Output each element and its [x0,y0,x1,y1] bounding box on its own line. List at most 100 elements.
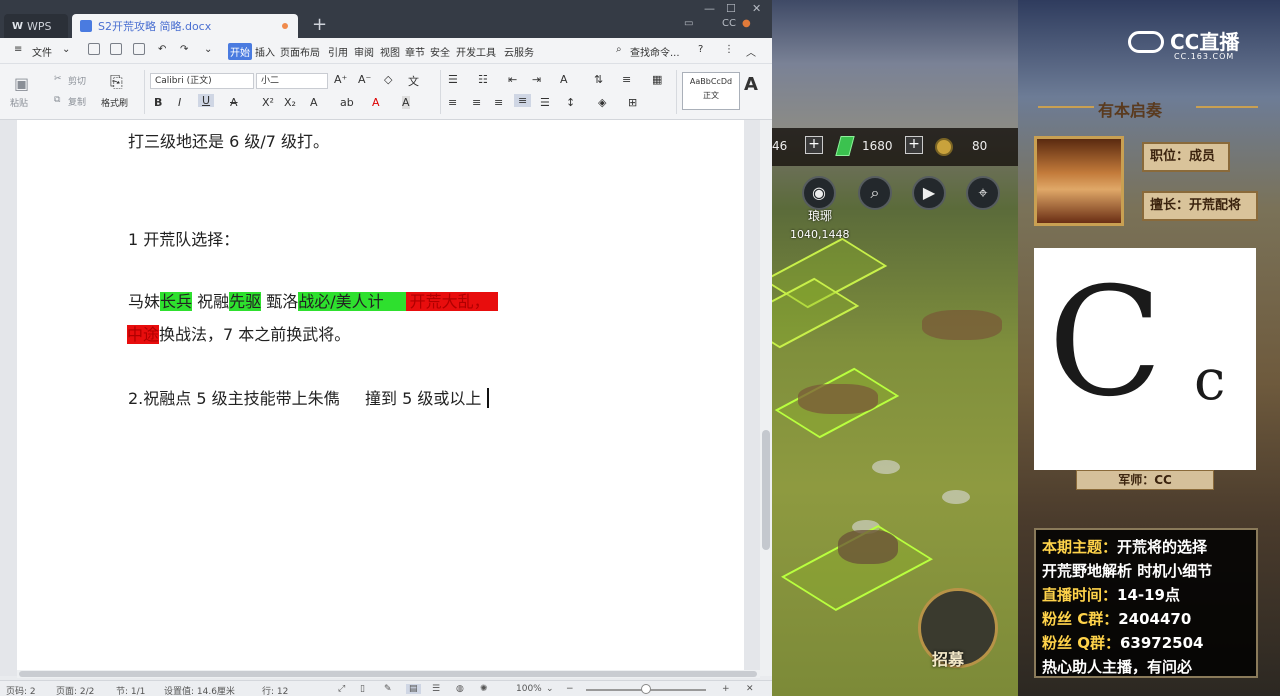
font-color-icon[interactable]: A [372,96,380,109]
zoom-out-icon[interactable]: − [566,684,574,694]
scroll-thumb[interactable] [762,430,770,550]
copy-button[interactable]: 复制 [68,95,86,108]
tab-start[interactable]: 开始 [228,43,252,60]
tab-review[interactable]: 审阅 [354,44,374,59]
show-marks-icon[interactable]: ≡ [622,73,631,86]
save-icon[interactable] [88,43,100,55]
format-painter-button[interactable]: 格式刷 [101,96,128,109]
eye-icon[interactable]: ◉ [802,176,836,210]
copy-icon[interactable]: ⧉ [54,95,60,105]
undo-icon[interactable]: ↶ [158,44,166,55]
print-preview-icon[interactable] [133,43,145,55]
recruit-label[interactable]: 招募 [932,646,964,670]
close-icon[interactable]: ✕ [752,2,761,15]
web-view-icon[interactable]: ◍ [456,684,464,694]
align-right-icon[interactable]: ≡ [494,96,503,109]
table-icon[interactable]: ▦ [652,73,662,86]
style-normal[interactable]: AaBbCcDd 正文 [682,72,740,110]
fit-page-icon[interactable]: ✕ [746,684,754,694]
tab-cloud[interactable]: 云服务 [504,44,534,59]
cut-icon[interactable]: ✂ [54,74,62,84]
collapse-ribbon-icon[interactable]: ︿ [746,44,756,59]
read-mode-icon[interactable]: ▯ [360,684,365,694]
distribute-icon[interactable]: ☰ [540,96,550,109]
outdent-icon[interactable]: ⇤ [508,73,517,86]
zoom-level[interactable]: 100% [516,684,542,694]
align-center-icon[interactable]: ≡ [472,96,481,109]
justify-icon[interactable]: ≡ [514,94,532,107]
shrink-font-icon[interactable]: A⁻ [358,73,371,86]
fullscreen-icon[interactable]: ⤢ [338,684,345,694]
add-jade-button[interactable]: + [905,136,923,154]
tab-developer[interactable]: 开发工具 [456,44,496,59]
strikethrough-icon[interactable]: A [230,96,238,109]
zoom-dropdown-icon[interactable]: ⌄ [546,684,554,694]
char-shading-icon[interactable]: A [402,96,410,109]
tab-security[interactable]: 安全 [430,44,450,59]
search-icon[interactable]: ⌕ [616,44,622,55]
location-pin-icon[interactable]: ⌖ [966,176,1000,210]
map-settlement[interactable] [798,384,878,414]
grow-font-icon[interactable]: A⁺ [334,73,347,86]
print-icon[interactable] [110,43,122,55]
cut-button[interactable]: 剪切 [68,74,86,87]
chevron-down-icon[interactable]: ⌄ [62,44,70,55]
text-effect-icon[interactable]: A [310,96,318,109]
superscript-icon[interactable]: X² [262,96,274,109]
highlight-icon[interactable]: ab [340,96,354,109]
command-search[interactable]: 查找命令... [630,44,680,59]
bold-button[interactable]: B [154,96,162,109]
scroll-thumb[interactable] [19,671,757,677]
chinese-layout-icon[interactable]: A [560,73,568,86]
horizontal-scrollbar[interactable] [17,670,760,678]
document-tab[interactable]: S2开荒攻略 简略.docx [72,14,298,38]
hamburger-icon[interactable]: ≡ [14,44,22,55]
tab-insert[interactable]: 插入 [255,44,275,59]
subscript-icon[interactable]: X₂ [284,96,296,109]
new-tab-button[interactable]: + [312,14,327,36]
font-name-select[interactable]: Calibri (正文) [150,73,254,89]
more-options-icon[interactable]: ⋮ [724,44,734,55]
game-view[interactable]: 46 + 1680 + 80 ◉ ⌕ ▶ ⌖ 琅琊 1040,1448 招募 [772,0,1018,696]
more-icon[interactable]: ⌄ [204,44,212,55]
outline-view-icon[interactable]: ☰ [432,684,440,694]
line-spacing-icon[interactable]: ↕ [566,96,575,109]
clear-format-icon[interactable]: ◇ [384,73,392,86]
redo-icon[interactable]: ↷ [180,44,188,55]
help-icon[interactable]: ? [698,44,703,55]
sort-icon[interactable]: ⇅ [594,73,603,86]
minimize-icon[interactable]: — [704,2,715,15]
menu-file[interactable]: 文件 [32,44,52,59]
underline-button[interactable]: U [198,94,215,107]
border-icon[interactable]: ⊞ [628,96,637,109]
tab-chapter[interactable]: 章节 [405,44,425,59]
eye-protect-icon[interactable]: ✺ [480,684,488,694]
phonetic-icon[interactable]: 文 [408,73,419,89]
zoom-slider-knob[interactable] [641,684,651,694]
avatar-icon[interactable]: ● [742,18,751,29]
search-icon[interactable]: ⌕ [858,176,892,210]
tab-references[interactable]: 引用 [328,44,348,59]
window-mode-icon[interactable]: ▭ [684,18,693,29]
align-left-icon[interactable]: ≡ [448,96,457,109]
tab-view[interactable]: 视图 [380,44,400,59]
vertical-scrollbar[interactable] [760,120,772,676]
tab-page-layout[interactable]: 页面布局 [280,44,320,59]
page-view-icon[interactable]: ▤ [406,684,421,694]
edit-icon[interactable]: ✎ [384,684,392,694]
font-size-select[interactable]: 小二 [256,73,328,89]
format-painter-icon[interactable]: ⎘ [110,72,123,92]
style-gallery-icon[interactable]: A [744,74,758,95]
shading-icon[interactable]: ◈ [598,96,606,109]
army-unit[interactable] [838,530,898,564]
add-resource-button[interactable]: + [805,136,823,154]
map-city[interactable] [922,310,1002,340]
italic-button[interactable]: I [178,96,181,109]
document-page[interactable]: 打三级地还是 6 级/7 级打。 1 开荒队选择： 马妹长兵 祝融先驱 甄洛战必… [17,120,744,676]
bullets-icon[interactable]: ☰ [448,73,458,86]
play-icon[interactable]: ▶ [912,176,946,210]
numbering-icon[interactable]: ☷ [478,73,488,86]
paste-button[interactable]: 粘贴 [10,96,28,109]
wps-home-tab[interactable]: W WPS [4,14,68,38]
paste-icon[interactable]: ▣ [14,74,29,93]
